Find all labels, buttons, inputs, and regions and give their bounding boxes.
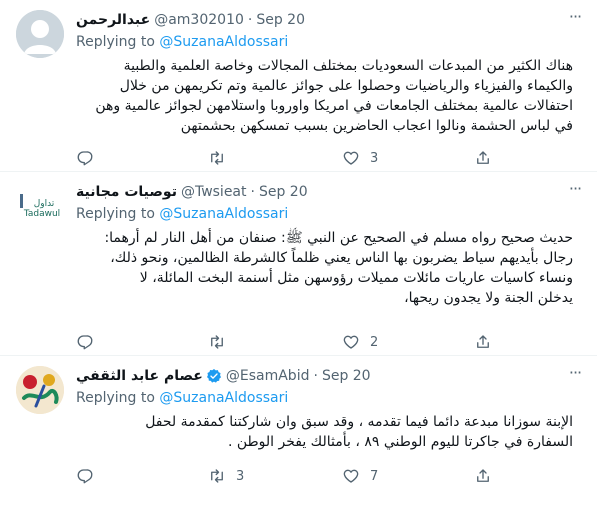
replying-to-label: Replying to: [76, 390, 155, 406]
calligraphy-avatar-icon: [16, 366, 64, 414]
tweet-text-line: الإبنة سوزانا مبدعة دائما فيما تقدمه ، و…: [145, 414, 573, 430]
replying-to-label: Replying to: [76, 206, 155, 222]
tweet-text-line: حديث صحيح رواه مسلم في الصحيح عن النبي ﷺ…: [104, 230, 573, 246]
reply-button[interactable]: [76, 466, 104, 486]
heart-icon: [343, 469, 359, 483]
retweet-button[interactable]: 3: [208, 466, 244, 486]
tadawul-logo-icon: تداول Tadawul: [16, 182, 64, 230]
author-handle[interactable]: @am302010: [154, 10, 244, 30]
tweet-2[interactable]: تداول Tadawul توصيات مجانية @Twsieat · S…: [0, 172, 597, 356]
retweet-count: 3: [236, 468, 245, 484]
avatar[interactable]: [16, 10, 64, 58]
author-name[interactable]: توصيات مجانية: [76, 182, 177, 202]
mention-link[interactable]: @SuzanaAldossari: [159, 34, 288, 50]
replying-to: Replying to @SuzanaAldossari: [76, 204, 585, 224]
replying-to-label: Replying to: [76, 34, 155, 50]
like-count: 3: [370, 150, 379, 166]
separator-dot: ·: [247, 12, 253, 28]
share-button[interactable]: [474, 332, 492, 352]
separator-dot: ·: [250, 184, 255, 200]
tweet-text-line: يدخلن الجنة ولا يجدون ريحها،: [404, 290, 573, 306]
share-button[interactable]: [474, 148, 492, 168]
more-options-icon[interactable]: ···: [565, 365, 585, 386]
tweet-text-line: والكيماء والفيزياء والرياضيات وحصلوا على…: [119, 78, 573, 94]
tweet-1[interactable]: عبدالرحمن @am302010 · Sep 20 ··· Replyin…: [0, 0, 597, 172]
timestamp[interactable]: Sep 20: [322, 366, 371, 386]
author-handle[interactable]: @EsamAbid: [226, 366, 310, 386]
tweet-header: عصام عابد الثقفي @EsamAbid · Sep 20: [76, 366, 585, 386]
reply-icon: [77, 151, 93, 166]
like-button[interactable]: 3: [342, 148, 378, 168]
mention-link[interactable]: @SuzanaAldossari: [159, 206, 288, 222]
more-options-icon[interactable]: ···: [565, 181, 585, 202]
tweet-actions: 3 7: [76, 466, 576, 486]
reply-icon: [77, 335, 93, 350]
avatar-text-ar: تداول: [34, 199, 55, 209]
share-icon: [477, 335, 489, 348]
retweet-icon: [211, 151, 223, 165]
verified-badge-icon: [206, 369, 221, 383]
retweet-button[interactable]: [208, 332, 236, 352]
tweet-text-line: هناك الكثير من المبدعات السعوديات بمختلف…: [123, 58, 573, 74]
more-options-icon[interactable]: ···: [565, 9, 585, 30]
reply-icon: [77, 469, 93, 484]
avatar-text: Tadawul: [23, 209, 60, 219]
timestamp[interactable]: Sep 20: [256, 10, 305, 30]
share-icon: [477, 469, 489, 482]
author-handle[interactable]: @Twsieat: [181, 182, 247, 202]
heart-icon: [343, 151, 359, 165]
author-name[interactable]: عبدالرحمن: [76, 10, 150, 30]
tweet-text-line: في لباس الحشمة ونالوا اعجاب الحاضرين بسب…: [180, 118, 573, 134]
tweet-text-line: السفارة في جاكرتا لليوم الوطني ٨٩ ، بأمث…: [227, 434, 573, 450]
avatar[interactable]: [16, 366, 64, 414]
reply-button[interactable]: [76, 332, 104, 352]
tweet-header: عبدالرحمن @am302010 · Sep 20: [76, 10, 585, 30]
timestamp[interactable]: Sep 20: [259, 182, 308, 202]
heart-icon: [343, 335, 359, 349]
reply-button[interactable]: [76, 148, 104, 168]
tweet-3[interactable]: عصام عابد الثقفي @EsamAbid · Sep 20 ··· …: [0, 356, 597, 505]
tweet-actions: 3: [76, 148, 576, 168]
like-count: 2: [370, 334, 379, 350]
tweet-actions: 2: [76, 332, 576, 352]
replying-to: Replying to @SuzanaAldossari: [76, 388, 585, 408]
tweet-text: حديث صحيح رواه مسلم في الصحيح عن النبي ﷺ…: [76, 228, 573, 308]
retweet-button[interactable]: [208, 148, 236, 168]
tweet-text-line: رجال بأيديهم سياط يضربون بها الناس يعني …: [110, 250, 573, 266]
tweet-header: توصيات مجانية @Twsieat · Sep 20: [76, 182, 585, 202]
retweet-icon: [211, 469, 223, 483]
tweet-text-line: احتفالات عالمية بمختلف الجامعات في امريك…: [95, 98, 573, 114]
replying-to: Replying to @SuzanaAldossari: [76, 32, 585, 52]
like-count: 7: [370, 468, 379, 484]
share-icon: [477, 151, 489, 164]
mention-link[interactable]: @SuzanaAldossari: [159, 390, 288, 406]
tweet-text: الإبنة سوزانا مبدعة دائما فيما تقدمه ، و…: [76, 412, 573, 452]
like-button[interactable]: 2: [342, 332, 378, 352]
avatar[interactable]: تداول Tadawul: [16, 182, 64, 230]
default-avatar-icon: [16, 10, 64, 58]
separator-dot: ·: [313, 368, 318, 384]
tweet-text: هناك الكثير من المبدعات السعوديات بمختلف…: [76, 56, 573, 136]
tweet-text-line: ونساء كاسيات عاريات مائلات مميلات رؤوسهن…: [139, 270, 573, 286]
like-button[interactable]: 7: [342, 466, 378, 486]
retweet-icon: [211, 335, 223, 349]
share-button[interactable]: [474, 466, 492, 486]
author-name[interactable]: عصام عابد الثقفي: [76, 366, 203, 386]
